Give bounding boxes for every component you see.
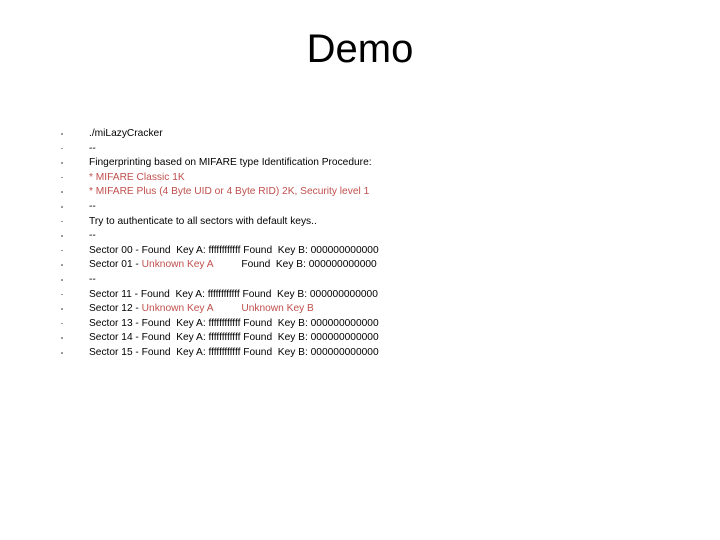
- list-item: * MIFARE Classic 1K: [56, 171, 666, 186]
- bullet-icon: [61, 322, 63, 325]
- line-text-segment: ./miLazyCracker: [89, 128, 163, 139]
- list-item: --: [56, 273, 666, 288]
- list-item: --: [56, 200, 666, 215]
- line-text-segment: * MIFARE Classic 1K: [89, 171, 185, 183]
- bullet-icon: [61, 293, 63, 296]
- bullet-icon: [61, 235, 63, 237]
- line-text-segment: Try to authenticate to all sectors with …: [89, 215, 317, 227]
- bullet-icon: [61, 264, 63, 266]
- list-item: --: [56, 229, 666, 244]
- list-item: --: [56, 142, 666, 157]
- line-text-segment: Unknown Key B: [241, 303, 314, 315]
- list-item: Sector 13 - Found Key A: ffffffffffff Fo…: [56, 317, 666, 332]
- line-text-segment: [213, 259, 241, 270]
- list-item: Sector 12 - Unknown Key A Unknown Key B: [56, 302, 666, 317]
- line-text-segment: Sector 01 -: [89, 259, 142, 271]
- line-text-segment: Unknown Key A: [141, 303, 214, 315]
- bullet-icon: [61, 220, 63, 223]
- line-text-segment: --: [89, 142, 96, 154]
- bullet-icon: [61, 308, 63, 310]
- bullet-icon: [61, 133, 63, 135]
- list-item: Sector 14 - Found Key A: ffffffffffff Fo…: [56, 331, 666, 346]
- list-item: * MIFARE Plus (4 Byte UID or 4 Byte RID)…: [56, 185, 666, 200]
- line-text-segment: Sector 13 - Found Key A: ffffffffffff Fo…: [89, 317, 379, 329]
- bullet-icon: [61, 351, 63, 354]
- page-title: Demo: [306, 27, 414, 71]
- slide-canvas: Demo ./miLazyCracker -- Fingerprinting bas…: [0, 0, 720, 540]
- list-item: Sector 00 - Found Key A: ffffffffffff Fo…: [56, 244, 666, 259]
- bullet-icon: [61, 162, 63, 164]
- list-item: ./miLazyCracker: [56, 127, 666, 142]
- list-item: Sector 15 - Found Key A: ffffffffffff Fo…: [56, 346, 666, 361]
- line-text-segment: Sector 12 -: [89, 303, 142, 315]
- line-text-segment: --: [89, 273, 96, 285]
- line-text-segment: Sector 00 - Found Key A: ffffffffffff Fo…: [89, 244, 379, 256]
- line-text-segment: Found Key B: 000000000000: [241, 259, 377, 271]
- line-text-segment: Unknown Key A: [141, 259, 214, 271]
- list-item: Sector 11 - Found Key A: ffffffffffff Fo…: [56, 288, 666, 303]
- bullet-icon: [61, 249, 63, 252]
- terminal-output-list: ./miLazyCracker -- Fingerprinting based on…: [56, 127, 666, 361]
- line-text-segment: Fingerprinting based on MIFARE type Iden…: [89, 157, 372, 169]
- list-item: Fingerprinting based on MIFARE type Iden…: [56, 156, 666, 171]
- line-text-segment: * MIFARE Plus (4 Byte UID or 4 Byte RID)…: [89, 186, 370, 198]
- line-text-segment: Sector 14 - Found Key A: ffffffffffff Fo…: [89, 332, 379, 344]
- bullet-icon: [61, 337, 63, 339]
- line-text-segment: --: [89, 230, 96, 242]
- list-item: Try to authenticate to all sectors with …: [56, 215, 666, 230]
- bullet-icon: [61, 176, 63, 179]
- bullet-icon: [61, 205, 63, 208]
- line-text-segment: --: [89, 200, 96, 212]
- list-item: Sector 01 - Unknown Key A Found Key B: 0…: [56, 258, 666, 273]
- line-text-segment: Sector 15 - Found Key A: ffffffffffff Fo…: [89, 346, 379, 358]
- bullet-icon: [61, 147, 63, 150]
- line-text-segment: [213, 303, 241, 314]
- bullet-icon: [61, 191, 63, 193]
- bullet-icon: [61, 278, 63, 281]
- line-text-segment: Sector 11 - Found Key A: ffffffffffff Fo…: [89, 288, 378, 300]
